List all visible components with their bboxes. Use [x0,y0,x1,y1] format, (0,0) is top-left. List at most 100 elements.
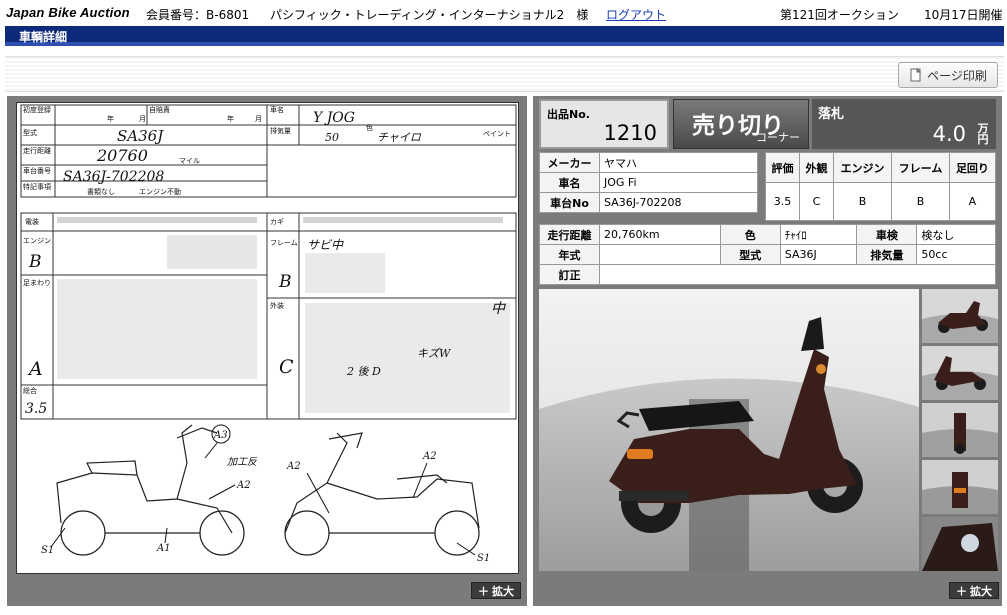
label-miles: マイル [179,157,200,165]
main-vehicle-photo[interactable] [539,289,919,571]
cc-value: 50cc [916,244,996,265]
thumbnail-4[interactable] [922,460,998,514]
table-row: メーカー ヤマハ [539,152,758,173]
frame-no-value: SA36J-702208 [599,192,758,213]
hw-type: SA36J [117,127,164,145]
print-label: ページ印刷 [927,68,987,83]
label-inspection: 自賠責 [149,105,170,114]
label-key: カギ [270,218,284,226]
label-mileage: 走行距離 [23,146,51,155]
toolbar: ページ印刷 [5,56,1004,92]
site-logo: Japan Bike Auction [6,5,130,20]
customer-name: パシフィック・トレーディング・インターナショナル2 様 [270,8,589,22]
label-frame: フレーム [270,239,298,247]
thumb-photo [922,517,998,571]
hw-a2-right2: A2 [422,451,437,462]
thumbnail-2[interactable] [922,346,998,400]
thumbnail-5[interactable] [922,517,998,571]
page-title-bar: 車輌詳細 [5,26,1004,46]
auction-sheet-panel: 初度登録 年 月 自賠責 年 月 車名 型式 排気量 色 ペイント 走行距離 マ… [7,96,527,606]
grade-frame: B [891,182,950,221]
label-type: 型式 [23,128,37,137]
hw-color: チャイロ [377,131,422,144]
hw-s1-left: S1 [41,545,54,556]
thumb-photo [922,403,998,457]
grade-exterior: C [799,182,834,221]
label-model-name: 車名 [270,105,284,114]
hw-exterior-grade: C [279,356,294,378]
inspection-value: 検なし [916,224,996,245]
print-button[interactable]: ページ印刷 [898,62,998,88]
hw-kako: 加工反 [227,456,258,468]
winning-bid-box: 落札 4.0 万円 [812,99,996,149]
detail-table: 走行距離 20,760km 色 ﾁｬｲﾛ 車検 検なし 年式 型式 SA36J … [539,224,996,285]
table-row: 車名 JOG Fi [539,172,758,193]
hw-frame: SA36J-702208 [63,169,164,185]
maker-value: ヤマハ [599,152,758,173]
grade-header-exterior: 外観 [799,152,834,183]
auction-sheet: 初度登録 年 月 自賠責 年 月 車名 型式 排気量 色 ペイント 走行距離 マ… [16,102,519,574]
top-header: Japan Bike Auction 会員番号：B-6801 パシフィック・トレ… [0,0,1007,26]
svg-text:年: 年 [227,114,234,123]
winning-bid-value: 4.0 [932,122,966,146]
label-legs: 足まわり [23,279,51,287]
frame-no-label: 車台No [539,192,600,213]
svg-text:エンジン不動: エンジン不動 [139,187,181,196]
correction-label: 訂正 [539,264,600,285]
thumb-photo [922,346,998,400]
label-first-reg: 初度登録 [23,105,51,114]
label-frame-no: 車台番号 [23,166,51,175]
hw-ext-note2: キズW [417,347,452,360]
thumbnail-1[interactable] [922,289,998,343]
hw-mileage: 20760 [96,146,148,165]
member-number: 会員番号：B-6801 [146,8,250,22]
label-engine: エンジン [23,237,51,245]
svg-text:書類なし: 書類なし [87,187,115,196]
label-total: 総合 [23,386,37,395]
label-paint: ペイント [483,130,511,138]
winning-bid-unit: 万円 [977,122,989,146]
lot-number-box: 出品No. 1210 [539,99,669,149]
table-row: 訂正 [539,264,996,285]
vehicle-info-panel: 出品No. 1210 売り切り コーナー 落札 4.0 万円 メーカー ヤマハ … [533,96,1002,606]
hw-a2-left: A2 [236,480,251,491]
hw-engine-grade: B [28,252,42,272]
mileage-value: 20,760km [599,224,721,245]
scooter-photo [539,289,919,571]
hw-total: 3.5 [25,401,47,417]
hw-frame-grade: B [278,272,292,292]
grade-header-engine: エンジン [832,152,893,183]
photo-expand-button[interactable]: ＋ 拡大 [949,582,999,599]
plus-icon: ＋ [478,584,489,598]
grade-engine: B [832,182,893,221]
cc-label: 排気量 [856,244,918,265]
svg-text:月: 月 [139,115,146,123]
grade-overall: 3.5 [765,182,800,221]
label-exterior: 外装 [270,301,284,310]
mileage-label: 走行距離 [539,224,600,245]
logout-link[interactable]: ログアウト [606,6,666,23]
color-value: ﾁｬｲﾛ [779,224,858,245]
year-label: 年式 [539,244,600,265]
table-row: 車台No SA36J-702208 [539,192,758,213]
hw-ext-note1: 中 [491,301,506,317]
grade-header-legs: 足回り [948,152,997,183]
label-color: 色 [366,123,373,132]
thumb-photo [922,460,998,514]
thumbnail-3[interactable] [922,403,998,457]
hw-frame-note: サビ中 [307,238,344,252]
spec-table: メーカー ヤマハ 車名 JOG Fi 車台No SA36J-702208 [539,152,758,213]
auction-sheet-drawing: 初度登録 年 月 自賠責 年 月 車名 型式 排気量 色 ペイント 走行距離 マ… [20,104,517,564]
winning-bid-label: 落札 [818,107,845,122]
grade-legs: A [948,182,997,221]
grade-header-overall: 評価 [765,152,800,183]
label-displacement: 排気量 [270,126,291,135]
hw-a1: A1 [156,543,171,554]
correction-value [599,264,996,285]
inspection-label: 車検 [856,224,918,245]
sheet-expand-button[interactable]: ＋ 拡大 [471,582,521,599]
hw-cc: 50 [325,131,339,144]
hw-a3: A3 [213,430,228,441]
type-value: SA36J [779,244,858,265]
model-label: 車名 [539,172,600,193]
